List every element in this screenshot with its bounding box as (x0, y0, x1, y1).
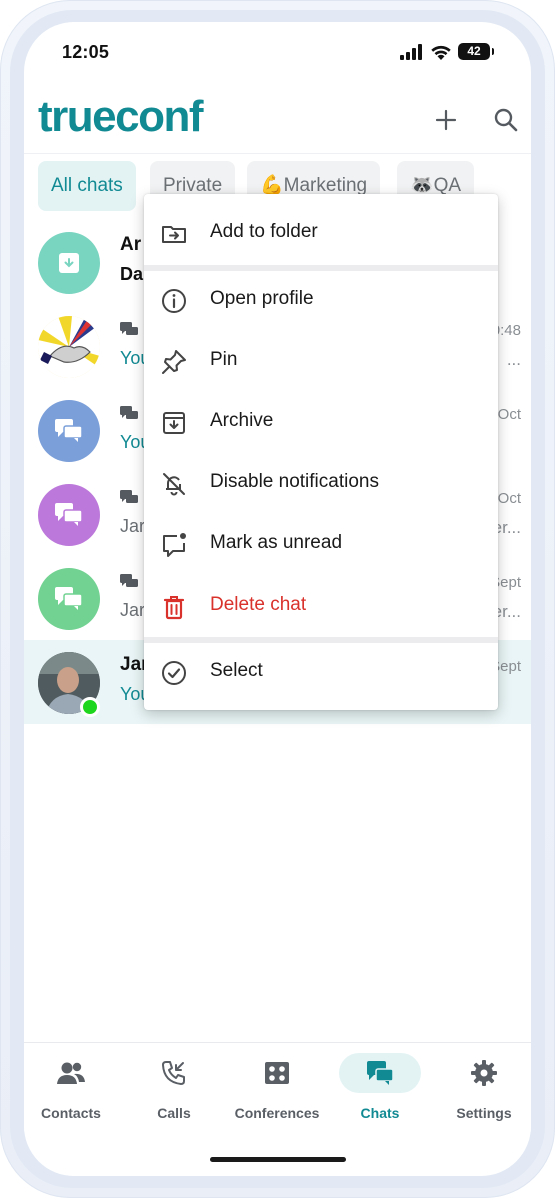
group-chat-icon (120, 406, 138, 419)
group-avatar (38, 568, 100, 630)
nav-label: Conferences (234, 1105, 320, 1121)
search-button[interactable] (488, 102, 524, 138)
menu-label: Disable notifications (210, 471, 379, 492)
menu-label: Select (210, 660, 263, 681)
trash-icon (163, 596, 185, 620)
folder-move-icon (162, 226, 186, 243)
menu-label: Open profile (210, 288, 314, 309)
chip-all-chats[interactable]: All chats (38, 161, 136, 211)
nav-conferences[interactable]: Conferences (227, 1053, 327, 1133)
pin-icon (162, 350, 186, 374)
online-status-dot (80, 697, 100, 717)
handshake-avatar (38, 316, 100, 378)
nav-chats[interactable]: Chats (330, 1053, 430, 1133)
archive-icon (59, 253, 79, 273)
info-icon (162, 289, 186, 313)
chat-preview: Jar (120, 516, 146, 536)
bottom-navigation: Contacts Calls Conferences Chats Setting… (24, 1042, 531, 1132)
group-chat-icon (120, 574, 138, 587)
nav-pill (236, 1053, 318, 1093)
contacts-icon (57, 1062, 85, 1084)
chat-bubbles-icon (55, 419, 83, 442)
chat-subtitle: Da (120, 264, 144, 284)
home-indicator[interactable] (210, 1157, 346, 1162)
group-avatar (38, 400, 100, 462)
chat-bubbles-icon (55, 503, 83, 526)
plus-icon (435, 109, 457, 131)
handshake-image (38, 316, 100, 378)
menu-disable-notifications[interactable]: Disable notifications (144, 454, 498, 512)
chat-title: Ar (120, 234, 142, 255)
nav-pill (443, 1053, 525, 1093)
conferences-icon (265, 1062, 289, 1084)
nav-label: Calls (157, 1105, 191, 1121)
menu-delete-chat[interactable]: Delete chat (144, 577, 498, 635)
add-button[interactable] (428, 102, 464, 138)
signal-icon (400, 44, 422, 60)
menu-pin[interactable]: Pin (144, 332, 498, 390)
menu-add-to-folder[interactable]: Add to folder (144, 204, 498, 262)
battery-indicator: 42 (458, 43, 494, 60)
status-bar: 12:05 42 (24, 22, 531, 82)
group-chat-icon (120, 490, 138, 503)
check-circle-icon (162, 661, 186, 685)
nav-pill (30, 1053, 112, 1093)
app-screen: 12:05 42 trueconf All chats Private 💪Mar… (24, 22, 531, 1176)
chat-time: Oct (497, 406, 521, 423)
menu-label: Pin (210, 349, 238, 370)
group-avatar (38, 484, 100, 546)
chats-icon (367, 1061, 394, 1085)
chat-time: Oct (497, 490, 521, 507)
nav-label: Chats (360, 1105, 400, 1121)
menu-open-profile[interactable]: Open profile (144, 271, 498, 329)
menu-select[interactable]: Select (144, 643, 498, 701)
status-time: 12:05 (62, 42, 110, 62)
nav-contacts[interactable]: Contacts (24, 1053, 121, 1133)
menu-label: Mark as unread (210, 532, 343, 553)
nav-settings[interactable]: Settings (434, 1053, 531, 1133)
menu-archive[interactable]: Archive (144, 393, 498, 451)
chat-preview: Jar (120, 600, 146, 620)
nav-label: Contacts (41, 1105, 101, 1121)
mark-unread-icon (163, 533, 186, 557)
nav-calls[interactable]: Calls (124, 1053, 224, 1133)
bell-off-icon (163, 473, 185, 496)
nav-pill (339, 1053, 421, 1093)
chat-bubbles-icon (55, 587, 83, 610)
search-icon (494, 108, 518, 132)
menu-label: Add to folder (210, 221, 318, 242)
wifi-icon (431, 45, 451, 60)
group-chat-icon (120, 322, 138, 335)
menu-mark-as-unread[interactable]: Mark as unread (144, 515, 498, 573)
archive-avatar (38, 232, 100, 294)
chat-context-menu: Add to folder Open profile Pin Archive D… (144, 194, 498, 710)
archive-icon (163, 412, 185, 434)
nav-pill (133, 1053, 215, 1093)
calls-icon (162, 1061, 185, 1085)
nav-label: Settings (456, 1105, 512, 1121)
menu-label: Delete chat (210, 594, 307, 615)
menu-label: Archive (210, 410, 274, 431)
app-header: trueconf (24, 82, 531, 154)
settings-gear-icon (471, 1060, 497, 1086)
chat-preview-end: ... (506, 350, 521, 369)
trueconf-logo: trueconf (38, 92, 204, 141)
